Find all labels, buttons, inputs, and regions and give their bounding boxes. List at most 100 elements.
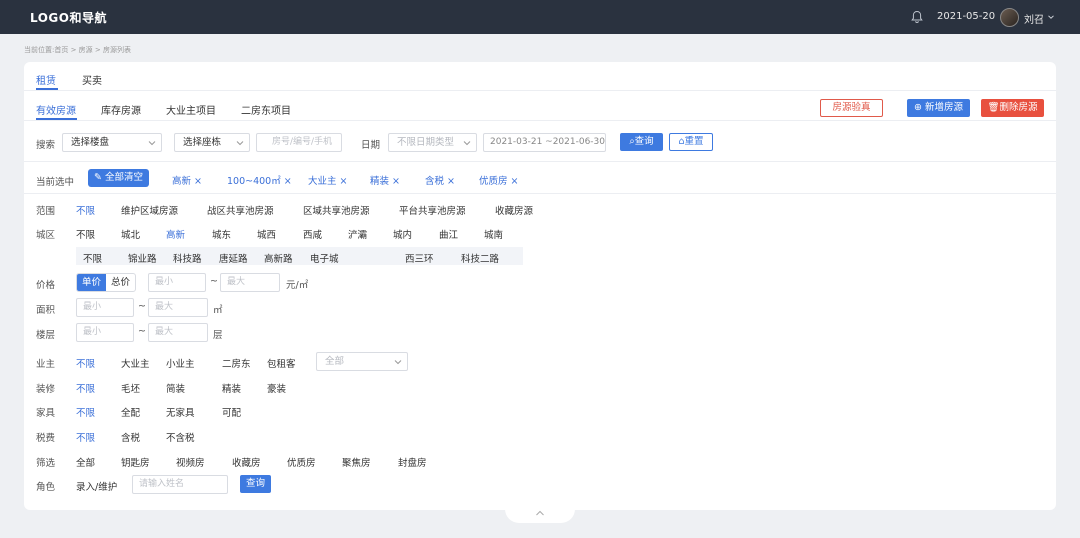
- unit-price-option[interactable]: 单价: [77, 274, 106, 291]
- decor-option[interactable]: 豪装: [267, 381, 286, 395]
- furniture-option[interactable]: 全配: [121, 405, 140, 419]
- subtab-active-listings[interactable]: 有效房源: [36, 102, 76, 117]
- total-price-option[interactable]: 总价: [106, 274, 135, 291]
- district-option[interactable]: 城内: [393, 227, 412, 241]
- tax-option[interactable]: 含税: [121, 430, 140, 444]
- price-min-input[interactable]: 最小: [148, 273, 206, 292]
- district-option[interactable]: 城南: [484, 227, 503, 241]
- current-date: 2021-05-20: [937, 11, 996, 22]
- decor-option[interactable]: 精装: [222, 381, 241, 395]
- subtab-sublandlord-projects[interactable]: 二房东项目: [241, 102, 291, 117]
- district-option[interactable]: 高新: [166, 227, 185, 241]
- selected-chip[interactable]: 含税 ×: [425, 173, 455, 187]
- range-option[interactable]: 区域共享池房源: [303, 203, 370, 217]
- subdistrict-option[interactable]: 科技二路: [461, 251, 499, 265]
- owner-option[interactable]: 大业主: [121, 356, 150, 370]
- clear-all-button[interactable]: ✎ 全部清空: [88, 169, 150, 187]
- subdistrict-option[interactable]: 科技路: [173, 251, 202, 265]
- selected-chip[interactable]: 优质房 ×: [479, 173, 518, 187]
- owner-select[interactable]: 全部: [316, 352, 408, 371]
- bell-icon[interactable]: [910, 10, 924, 24]
- tab-rent[interactable]: 租赁: [36, 72, 56, 87]
- close-icon[interactable]: ×: [340, 176, 348, 187]
- range-option[interactable]: 收藏房源: [495, 203, 533, 217]
- selected-chip[interactable]: 精装 ×: [370, 173, 400, 187]
- floor-min-input[interactable]: 最小: [76, 323, 134, 342]
- collapse-handle[interactable]: [505, 505, 575, 523]
- role-query-button[interactable]: 查询: [240, 475, 271, 493]
- district-option[interactable]: 城西: [257, 227, 276, 241]
- subdistrict-option[interactable]: 电子城: [310, 251, 339, 265]
- chevron-down-icon[interactable]: [1046, 12, 1056, 22]
- decor-option[interactable]: 毛坯: [121, 381, 140, 395]
- close-icon[interactable]: ×: [447, 176, 455, 187]
- subtab-stock-listings[interactable]: 库存房源: [101, 102, 141, 117]
- district-option[interactable]: 曲江: [439, 227, 458, 241]
- furniture-option[interactable]: 无家具: [166, 405, 195, 419]
- inspect-listing-button[interactable]: 房源验真: [820, 99, 883, 117]
- subdistrict-option[interactable]: 不限: [83, 251, 102, 265]
- decor-option[interactable]: 简装: [166, 381, 185, 395]
- role-select[interactable]: 录入/维护: [76, 479, 117, 493]
- area-max-input[interactable]: 最大: [148, 298, 208, 317]
- reset-button[interactable]: ⌂重置: [669, 133, 713, 151]
- selected-chip[interactable]: 100~400㎡ ×: [227, 173, 292, 187]
- date-range-input[interactable]: 2021-03-21 ~2021-06-30: [483, 133, 606, 152]
- screen-option[interactable]: 优质房: [287, 455, 316, 469]
- district-option[interactable]: 浐灞: [348, 227, 367, 241]
- tab-sale[interactable]: 买卖: [82, 72, 102, 87]
- range-option[interactable]: 维护区域房源: [121, 203, 178, 217]
- owner-option[interactable]: 包租客: [267, 356, 296, 370]
- district-option[interactable]: 城东: [212, 227, 231, 241]
- range-option[interactable]: 不限: [76, 203, 95, 217]
- subdistrict-option[interactable]: 唐延路: [219, 251, 248, 265]
- price-type-toggle[interactable]: 单价 总价: [76, 273, 136, 292]
- subtab-big-owner-projects[interactable]: 大业主项目: [166, 102, 216, 117]
- chip-label: 优质房: [479, 176, 508, 187]
- close-icon[interactable]: ×: [194, 176, 202, 187]
- user-name[interactable]: 刘召: [1024, 11, 1044, 26]
- tax-option[interactable]: 不限: [76, 430, 95, 444]
- owner-option[interactable]: 二房东: [222, 356, 251, 370]
- close-icon[interactable]: ×: [511, 176, 519, 187]
- selected-chip[interactable]: 高新 ×: [172, 173, 202, 187]
- range-option[interactable]: 平台共享池房源: [399, 203, 466, 217]
- logo[interactable]: LOGO和导航: [30, 9, 107, 26]
- screen-option[interactable]: 封盘房: [398, 455, 427, 469]
- subdistrict-option[interactable]: 锦业路: [128, 251, 157, 265]
- screen-option[interactable]: 钥匙房: [121, 455, 150, 469]
- block-select[interactable]: 选择座栋: [174, 133, 250, 152]
- avatar[interactable]: [1000, 8, 1019, 27]
- close-icon[interactable]: ×: [284, 176, 292, 187]
- district-option[interactable]: 城北: [121, 227, 140, 241]
- delete-listing-button[interactable]: 🗑删除房源: [981, 99, 1044, 117]
- house-number-input[interactable]: 房号/编号/手机: [256, 133, 342, 152]
- selected-chip[interactable]: 大业主 ×: [308, 173, 347, 187]
- floor-max-input[interactable]: 最大: [148, 323, 208, 342]
- tax-option[interactable]: 不含税: [166, 430, 195, 444]
- add-listing-button[interactable]: ⊕ 新增房源: [907, 99, 970, 117]
- screen-option[interactable]: 视频房: [176, 455, 205, 469]
- screen-option[interactable]: 全部: [76, 455, 95, 469]
- screen-option[interactable]: 收藏房: [232, 455, 261, 469]
- furniture-option[interactable]: 可配: [222, 405, 241, 419]
- decor-option[interactable]: 不限: [76, 381, 95, 395]
- screen-option[interactable]: 聚焦房: [342, 455, 371, 469]
- owner-option[interactable]: 小业主: [166, 356, 195, 370]
- building-select[interactable]: 选择楼盘: [62, 133, 162, 152]
- range-option[interactable]: 战区共享池房源: [207, 203, 274, 217]
- subdistrict-option[interactable]: 西三环: [405, 251, 434, 265]
- query-button[interactable]: ⌕查询: [620, 133, 663, 151]
- owner-option[interactable]: 不限: [76, 356, 95, 370]
- district-option[interactable]: 不限: [76, 227, 95, 241]
- furniture-option[interactable]: 不限: [76, 405, 95, 419]
- name-input[interactable]: 请输入姓名: [132, 475, 228, 494]
- close-icon[interactable]: ×: [392, 176, 400, 187]
- subdistrict-option[interactable]: 高新路: [264, 251, 293, 265]
- chip-label: 精装: [370, 176, 390, 187]
- chip-label: 高新: [172, 176, 192, 187]
- date-type-select[interactable]: 不限日期类型: [388, 133, 477, 152]
- price-max-input[interactable]: 最大: [220, 273, 280, 292]
- area-min-input[interactable]: 最小: [76, 298, 134, 317]
- district-option[interactable]: 西咸: [303, 227, 322, 241]
